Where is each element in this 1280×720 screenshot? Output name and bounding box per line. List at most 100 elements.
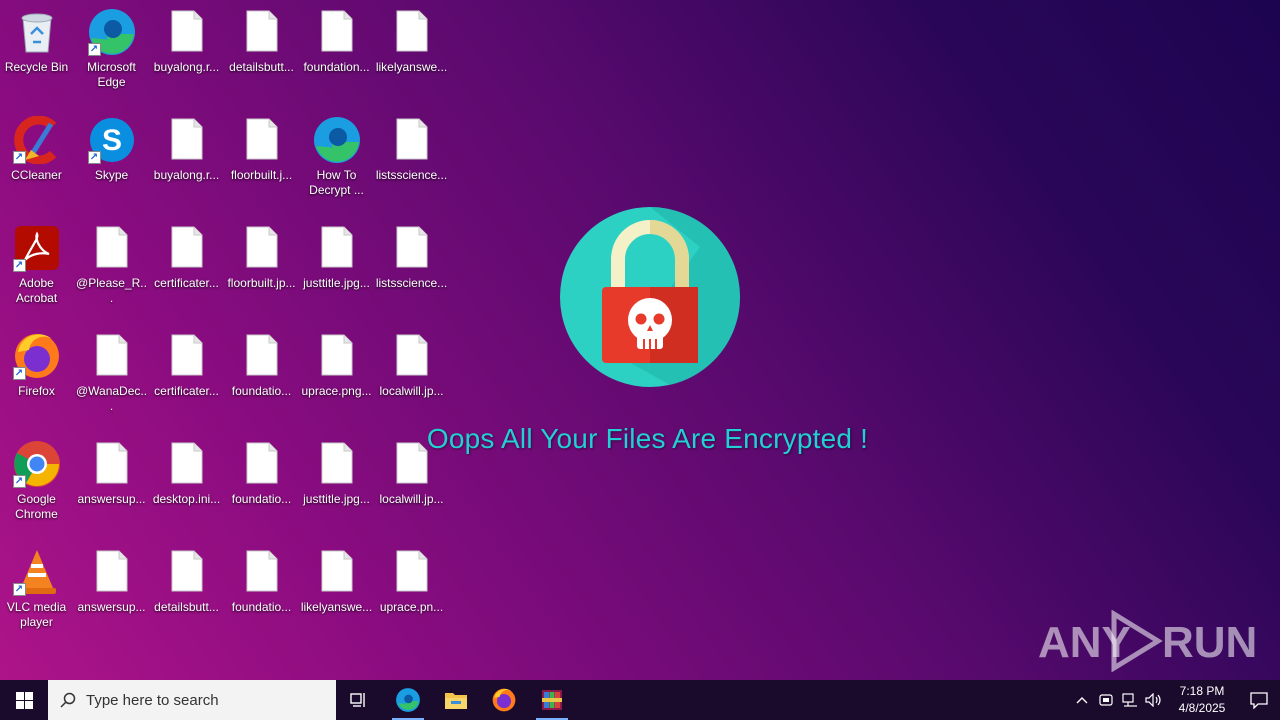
desktop-icon-label: Firefox [18,384,55,398]
file-icon [163,548,211,596]
desktop-icon[interactable]: buyalong.r... [149,110,224,210]
desktop-icon[interactable]: uprace.png... [299,326,374,426]
desktop-icon[interactable]: localwill.jp... [374,326,449,426]
desktop-icon[interactable]: likelyanswe... [374,2,449,102]
desktop-icon[interactable]: foundatio... [224,326,299,426]
start-button[interactable] [0,680,48,720]
task-view-button[interactable] [336,680,384,720]
recycle-bin-icon [13,8,61,56]
desktop-icon[interactable]: ↗ VLC media player [0,542,74,642]
desktop-icon[interactable]: listsscience... [374,218,449,318]
taskbar-search-box[interactable]: Type here to search [48,680,336,720]
desktop-icon-label: buyalong.r... [153,168,220,182]
desktop-icon[interactable]: @Please_R... [74,218,149,318]
desktop-icon-label: @Please_R... [76,276,147,305]
network-icon [1122,693,1137,707]
shortcut-arrow-icon: ↗ [12,475,26,488]
desktop-icon-label: buyalong.r... [153,60,220,74]
network-button[interactable] [1118,680,1142,720]
file-icon [238,332,286,380]
desktop-icon[interactable]: buyalong.r... [149,2,224,102]
desktop-icon[interactable]: likelyanswe... [299,542,374,642]
desktop-icon-label: foundatio... [231,384,292,398]
search-placeholder: Type here to search [86,691,219,709]
desktop-icon[interactable]: detailsbutt... [149,542,224,642]
desktop-icon[interactable]: ↗ Microsoft Edge [74,2,149,102]
desktop-icon[interactable]: S ↗ Skype [74,110,149,210]
firefox-icon [492,688,516,712]
desktop-icon-label: justtitle.jpg... [303,492,370,506]
desktop-icon[interactable]: ↗ Adobe Acrobat [0,218,74,318]
file-icon [388,224,436,272]
search-icon [60,692,76,708]
speaker-icon [1145,693,1161,707]
desktop-icon[interactable]: answersup... [74,542,149,642]
desktop-icon-label: CCleaner [11,168,62,182]
desktop-icon[interactable]: ↗ CCleaner [0,110,74,210]
clock-time: 7:18 PM [1179,684,1225,698]
desktop-icon-label: likelyanswe... [300,600,373,614]
desktop-icon-label: Recycle Bin [4,60,69,74]
desktop-icon-label: floorbuilt.j... [230,168,293,182]
watermark-right-text: RUN [1162,618,1258,667]
meet-now-button[interactable] [1094,680,1118,720]
meet-now-icon [1099,694,1113,706]
desktop-icon[interactable]: foundatio... [224,542,299,642]
desktop-icon[interactable]: certificater... [149,326,224,426]
desktop-icon-label: answersup... [77,492,146,506]
taskbar-file-explorer-button[interactable] [432,680,480,720]
desktop-icon-label: How To Decrypt ... [309,168,364,197]
file-icon [238,224,286,272]
file-icon [163,332,211,380]
notification-center-button[interactable] [1238,680,1280,720]
anyrun-watermark: ANY RUN [1038,610,1257,674]
desktop-icon[interactable]: detailsbutt... [224,2,299,102]
desktop-icon-label: localwill.jp... [379,384,444,398]
file-icon [388,8,436,56]
ransom-message: Oops All Your Files Are Encrypted ! [426,423,869,454]
taskbar-edge-button[interactable] [384,680,432,720]
volume-button[interactable] [1142,680,1166,720]
desktop-icon-label: certificater... [154,384,219,398]
edge-icon [396,688,420,712]
edge-icon: ↗ [87,8,136,56]
file-icon [388,332,436,380]
desktop-icon-label: uprace.pn... [379,600,444,614]
taskbar-firefox-button[interactable] [480,680,528,720]
desktop-icon[interactable]: justtitle.jpg... [299,218,374,318]
skype-icon: S ↗ [87,116,136,164]
desktop-icon[interactable]: Recycle Bin [0,2,74,102]
desktop-icon[interactable]: foundation... [299,2,374,102]
desktop-icon-label: likelyanswe... [375,60,448,74]
file-icon [388,116,436,164]
desktop-icon-label: foundatio... [231,600,292,614]
shortcut-arrow-icon: ↗ [12,583,26,596]
desktop-icon[interactable]: How To Decrypt ... [299,110,374,210]
skull-padlock-icon [560,207,741,387]
desktop-icon-label: localwill.jp... [379,492,444,506]
windows-logo-icon [15,691,33,709]
show-hidden-icons-button[interactable] [1070,680,1094,720]
desktop-icon[interactable]: floorbuilt.j... [224,110,299,210]
file-icon [88,332,136,380]
notification-icon [1250,691,1268,709]
taskbar-winrar-button[interactable] [528,680,576,720]
desktop-icon[interactable]: ↗ Firefox [0,326,74,426]
desktop-icon[interactable]: @WanaDec... [74,326,149,426]
taskbar-clock[interactable]: 7:18 PM 4/8/2025 [1166,683,1238,717]
desktop-icon-label: desktop.ini... [152,492,221,506]
file-explorer-icon [445,693,467,709]
desktop-icon-label: Microsoft Edge [87,60,136,89]
desktop-icon[interactable]: uprace.pn... [374,542,449,642]
desktop-icon[interactable]: floorbuilt.jp... [224,218,299,318]
desktop-icon[interactable]: certificater... [149,218,224,318]
shortcut-arrow-icon: ↗ [12,259,26,272]
file-icon [163,116,211,164]
desktop-icon[interactable]: listsscience... [374,110,449,210]
desktop-icon-label: detailsbutt... [154,600,219,614]
firefox-icon: ↗ [12,332,61,380]
file-icon [163,224,211,272]
system-tray: 7:18 PM 4/8/2025 [1070,680,1280,720]
desktop-icon-label: answersup... [77,600,146,614]
desktop-icon-label: floorbuilt.jp... [227,276,296,290]
